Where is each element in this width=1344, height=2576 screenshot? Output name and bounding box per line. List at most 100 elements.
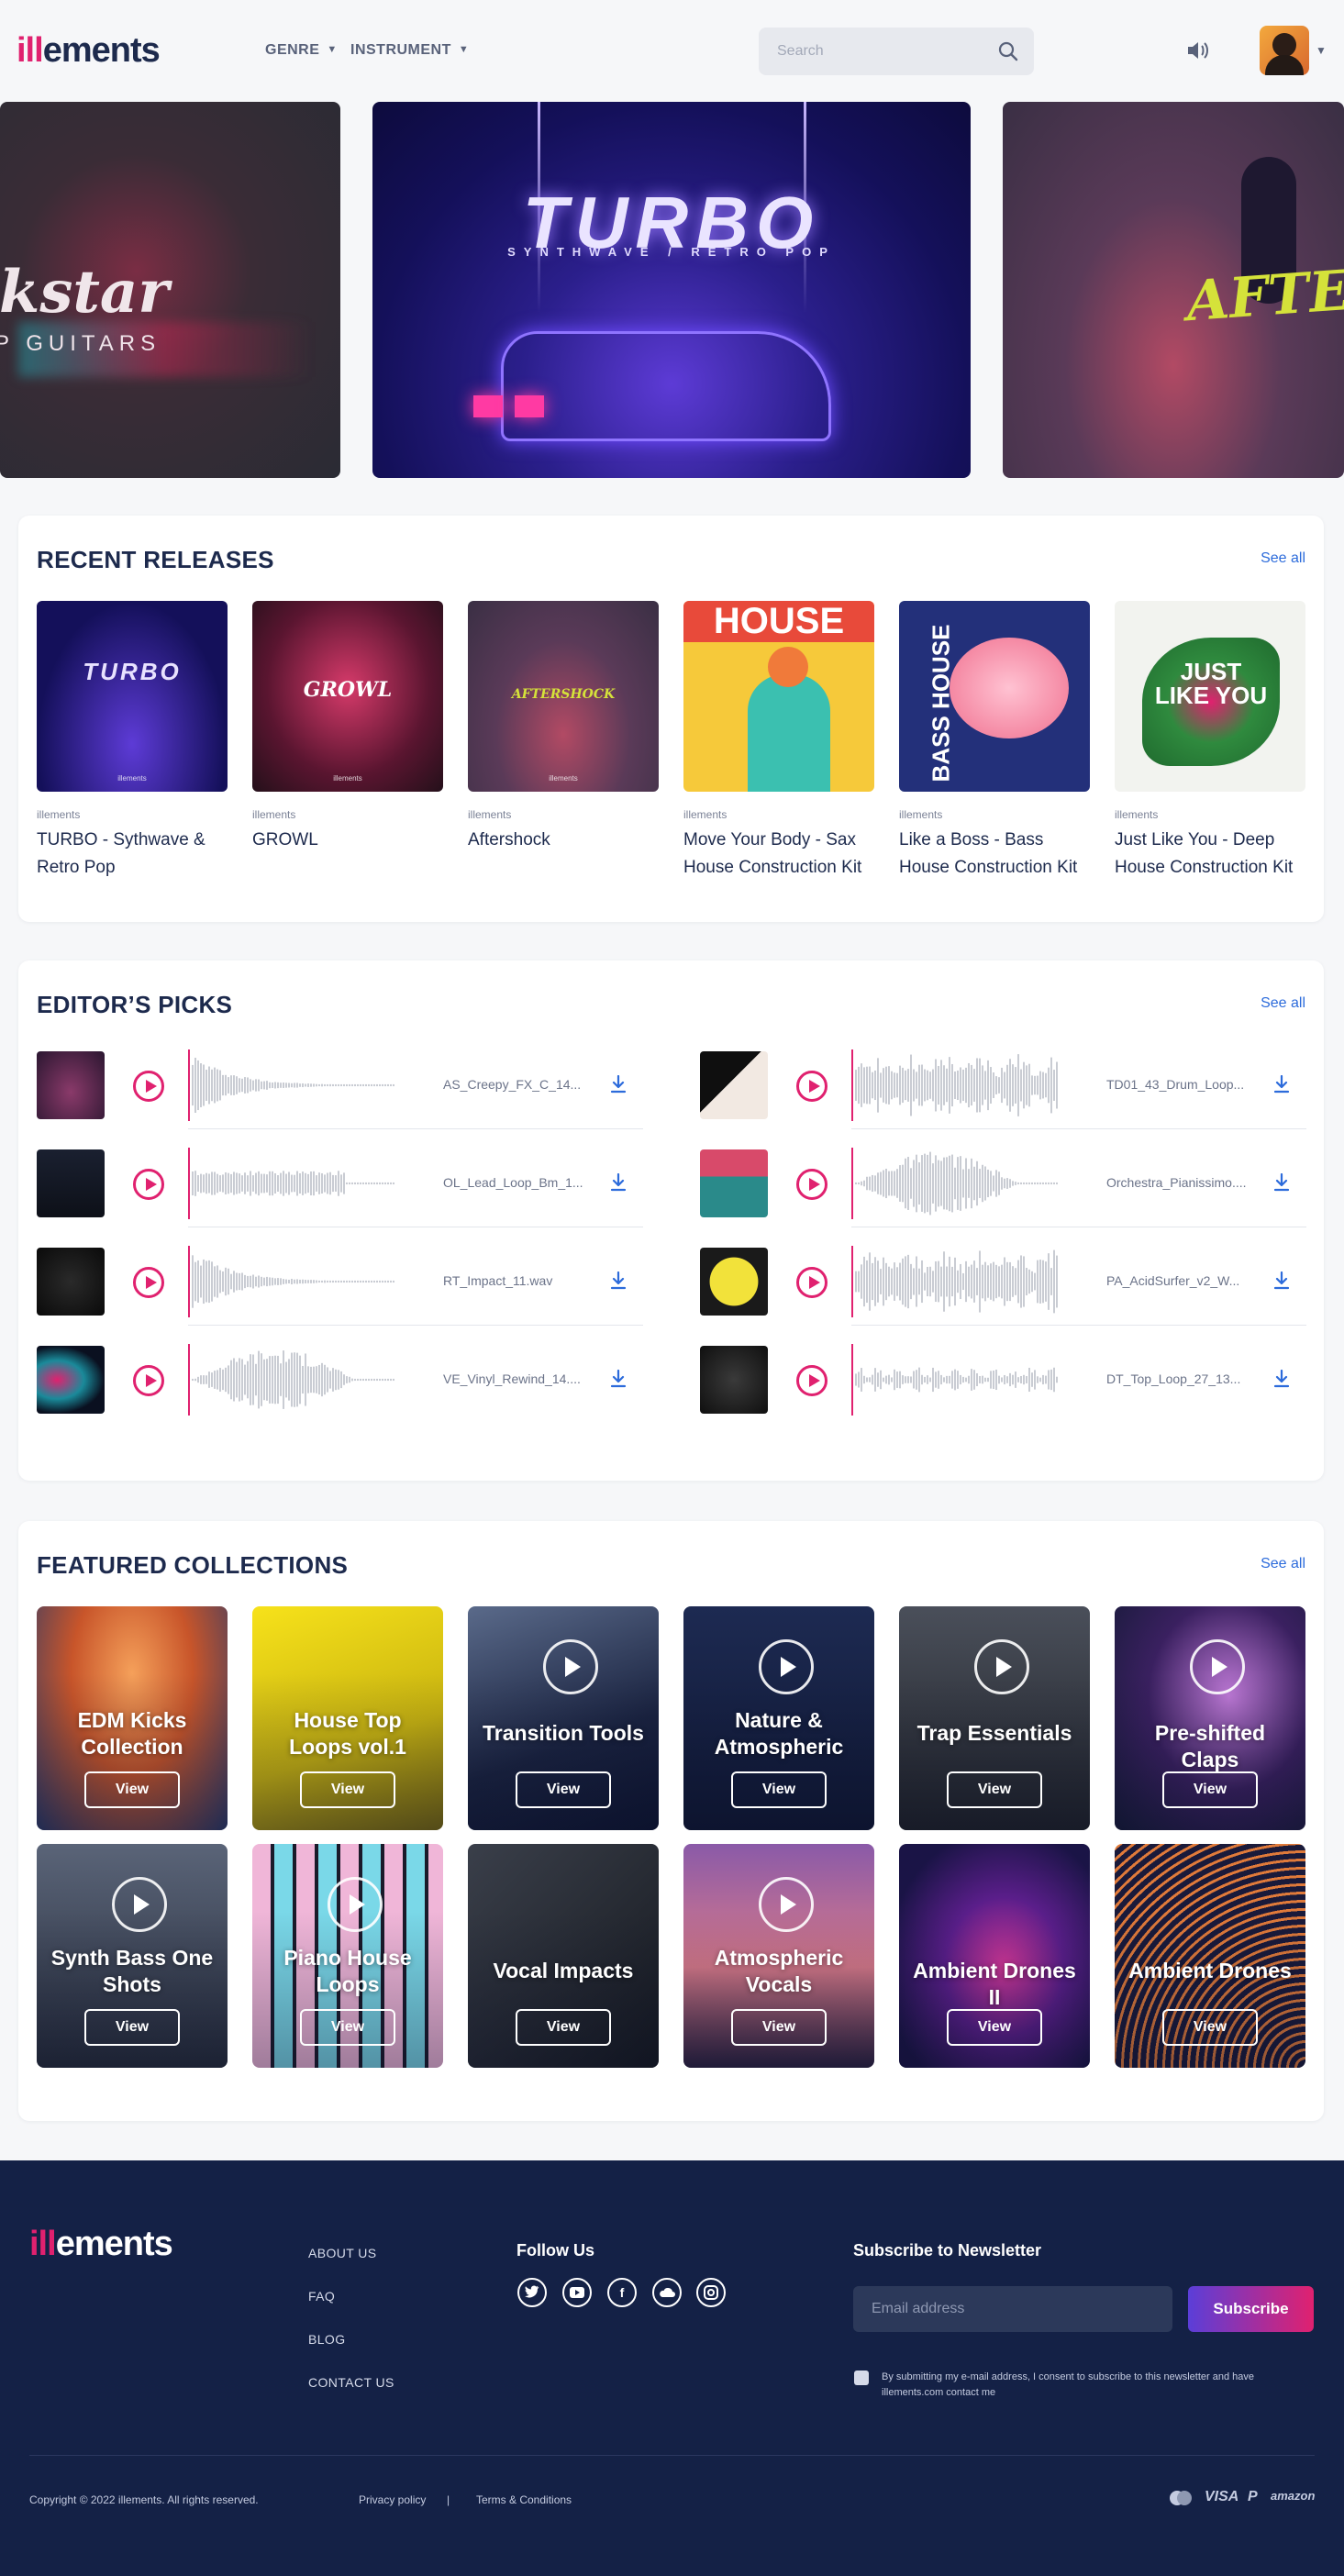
- avatar[interactable]: [1260, 26, 1309, 75]
- twitter-icon[interactable]: [517, 2278, 547, 2307]
- download-icon[interactable]: [610, 1370, 627, 1388]
- play-icon[interactable]: [133, 1169, 164, 1200]
- collection-card[interactable]: Piano House Loops View: [252, 1844, 443, 2068]
- consent-checkbox[interactable]: [854, 2371, 869, 2385]
- play-icon[interactable]: [759, 1639, 814, 1694]
- pick-thumbnail[interactable]: [37, 1149, 105, 1217]
- see-all-link[interactable]: See all: [1261, 1556, 1305, 1572]
- download-icon[interactable]: [610, 1271, 627, 1290]
- play-icon[interactable]: [112, 1877, 167, 1932]
- see-all-link[interactable]: See all: [1261, 550, 1305, 567]
- download-icon[interactable]: [610, 1173, 627, 1192]
- collection-card[interactable]: Nature & Atmospheric View: [683, 1606, 874, 1830]
- hero-slide-left[interactable]: ckstar P GUITARS: [0, 102, 340, 478]
- view-button[interactable]: View: [731, 1771, 827, 1808]
- download-icon[interactable]: [1273, 1271, 1290, 1290]
- footer-link-faq[interactable]: FAQ: [308, 2289, 335, 2304]
- download-icon[interactable]: [610, 1075, 627, 1094]
- hero-slide-right[interactable]: AFTERSHO: [1003, 102, 1344, 478]
- play-icon[interactable]: [796, 1267, 828, 1298]
- nav-genre[interactable]: GENRE ▼: [265, 42, 338, 59]
- play-icon[interactable]: [133, 1267, 164, 1298]
- play-icon[interactable]: [796, 1071, 828, 1102]
- play-icon[interactable]: [796, 1169, 828, 1200]
- pick-thumbnail[interactable]: [37, 1248, 105, 1316]
- play-icon[interactable]: [759, 1877, 814, 1932]
- waveform[interactable]: [188, 1344, 399, 1416]
- view-button[interactable]: View: [947, 2009, 1042, 2046]
- release-cover[interactable]: AFTERSHOCK illements: [468, 601, 659, 792]
- view-button[interactable]: View: [84, 1771, 180, 1808]
- waveform[interactable]: [188, 1049, 399, 1121]
- waveform[interactable]: [851, 1049, 1062, 1121]
- collection-card[interactable]: Pre-shifted Claps View: [1115, 1606, 1305, 1830]
- download-icon[interactable]: [1273, 1075, 1290, 1094]
- play-icon[interactable]: [133, 1365, 164, 1396]
- pick-thumbnail[interactable]: [700, 1248, 768, 1316]
- waveform[interactable]: [188, 1148, 399, 1219]
- release-cover[interactable]: BASS HOUSE: [899, 601, 1090, 792]
- waveform[interactable]: [851, 1344, 1062, 1416]
- pick-thumbnail[interactable]: [700, 1149, 768, 1217]
- facebook-icon[interactable]: f: [607, 2278, 637, 2307]
- view-button[interactable]: View: [516, 1771, 611, 1808]
- release-card[interactable]: AFTERSHOCK illements illements Aftershock: [468, 601, 659, 854]
- release-card[interactable]: TURBO illements illements TURBO - Sythwav…: [37, 601, 228, 882]
- release-cover[interactable]: GROWL illements: [252, 601, 443, 792]
- footer-link-about[interactable]: ABOUT US: [308, 2246, 377, 2260]
- release-card[interactable]: HOUSE illements Move Your Body - Sax Hou…: [683, 601, 874, 882]
- play-icon[interactable]: [974, 1639, 1029, 1694]
- instagram-icon[interactable]: [696, 2278, 726, 2307]
- view-button[interactable]: View: [84, 2009, 180, 2046]
- play-icon[interactable]: [543, 1639, 598, 1694]
- see-all-link[interactable]: See all: [1261, 995, 1305, 1012]
- release-card[interactable]: BASS HOUSE illements Like a Boss - Bass …: [899, 601, 1090, 882]
- footer-logo[interactable]: illements: [29, 2225, 173, 2264]
- collection-card[interactable]: Synth Bass One Shots View: [37, 1844, 228, 2068]
- view-button[interactable]: View: [731, 2009, 827, 2046]
- view-button[interactable]: View: [1162, 1771, 1258, 1808]
- collection-card[interactable]: Atmospheric Vocals View: [683, 1844, 874, 2068]
- email-field[interactable]: Email address: [853, 2286, 1172, 2332]
- soundcloud-icon[interactable]: [652, 2278, 682, 2307]
- release-cover[interactable]: JUST LIKE YOU: [1115, 601, 1305, 792]
- chevron-down-icon[interactable]: ▼: [1316, 44, 1327, 57]
- play-icon[interactable]: [328, 1877, 383, 1932]
- logo[interactable]: illements: [17, 31, 161, 71]
- footer-link-contact[interactable]: CONTACT US: [308, 2375, 394, 2390]
- subscribe-button[interactable]: Subscribe: [1188, 2286, 1314, 2332]
- play-icon[interactable]: [133, 1071, 164, 1102]
- release-cover[interactable]: HOUSE: [683, 601, 874, 792]
- pick-thumbnail[interactable]: [700, 1051, 768, 1119]
- view-button[interactable]: View: [516, 2009, 611, 2046]
- terms-link[interactable]: Terms & Conditions: [476, 2493, 572, 2506]
- play-icon[interactable]: [1190, 1639, 1245, 1694]
- nav-instrument[interactable]: INSTRUMENT ▼: [350, 42, 469, 59]
- privacy-link[interactable]: Privacy policy: [359, 2493, 426, 2506]
- youtube-icon[interactable]: [562, 2278, 592, 2307]
- pick-thumbnail[interactable]: [37, 1051, 105, 1119]
- release-card[interactable]: GROWL illements illements GROWL: [252, 601, 443, 854]
- waveform[interactable]: [188, 1246, 399, 1317]
- waveform[interactable]: [851, 1148, 1062, 1219]
- pick-thumbnail[interactable]: [700, 1346, 768, 1414]
- waveform[interactable]: [851, 1246, 1062, 1317]
- collection-card[interactable]: Vocal Impacts View: [468, 1844, 659, 2068]
- collection-card[interactable]: EDM Kicks Collection View: [37, 1606, 228, 1830]
- view-button[interactable]: View: [300, 2009, 395, 2046]
- search-icon[interactable]: [997, 40, 1019, 62]
- release-card[interactable]: JUST LIKE YOU illements Just Like You - …: [1115, 601, 1305, 882]
- view-button[interactable]: View: [300, 1771, 395, 1808]
- view-button[interactable]: View: [1162, 2009, 1258, 2046]
- footer-link-blog[interactable]: BLOG: [308, 2332, 346, 2347]
- download-icon[interactable]: [1273, 1370, 1290, 1388]
- hero-slide-center[interactable]: TURBO SYNTHWAVE / RETRO POP: [372, 102, 971, 478]
- pick-thumbnail[interactable]: [37, 1346, 105, 1414]
- speaker-icon[interactable]: [1186, 39, 1210, 61]
- search-input[interactable]: Search: [759, 28, 1034, 75]
- collection-card[interactable]: Ambient Drones View: [1115, 1844, 1305, 2068]
- release-cover[interactable]: TURBO illements: [37, 601, 228, 792]
- collection-card[interactable]: Transition Tools View: [468, 1606, 659, 1830]
- view-button[interactable]: View: [947, 1771, 1042, 1808]
- play-icon[interactable]: [796, 1365, 828, 1396]
